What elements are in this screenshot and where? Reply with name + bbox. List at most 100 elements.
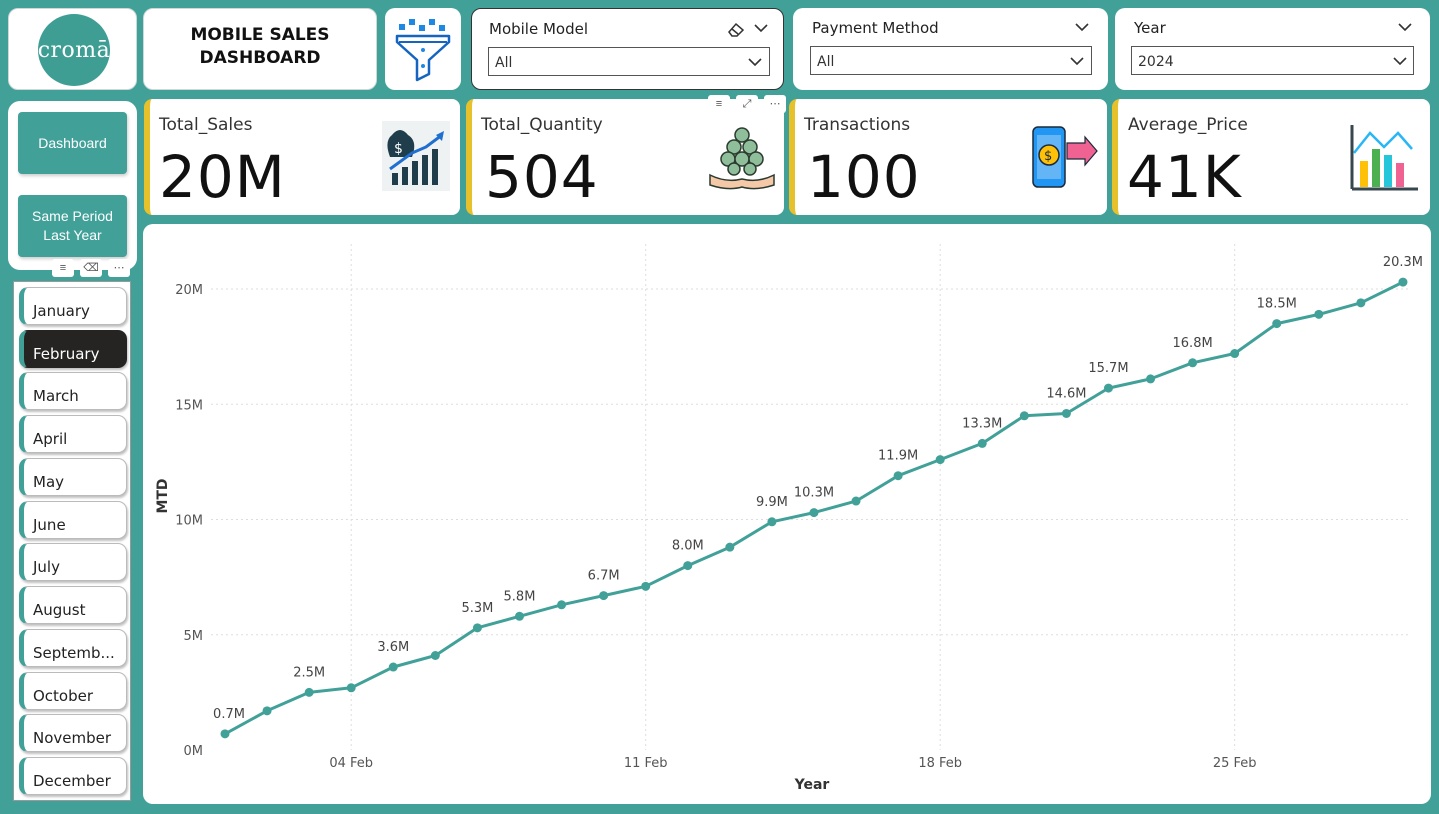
- data-point[interactable]: [1230, 349, 1240, 359]
- coins-hands-icon: [709, 127, 775, 190]
- data-point[interactable]: [767, 517, 777, 527]
- focus-mode-icon[interactable]: ⤢: [736, 95, 758, 113]
- data-point[interactable]: [1314, 309, 1324, 319]
- same-period-last-year-button[interactable]: Same Period Last Year: [18, 195, 127, 257]
- month-item-september[interactable]: Septemb...: [19, 629, 127, 667]
- month-label: November: [33, 729, 112, 747]
- data-point[interactable]: [1061, 408, 1071, 418]
- month-item-march[interactable]: March: [19, 372, 127, 410]
- data-point[interactable]: [893, 471, 903, 481]
- croma-logo: cromā: [38, 14, 110, 86]
- data-point[interactable]: [304, 687, 314, 697]
- data-point[interactable]: [346, 683, 356, 693]
- month-item-july[interactable]: July: [19, 543, 127, 581]
- x-axis-title: Year: [794, 777, 830, 793]
- kpi-value: 20M: [159, 143, 286, 211]
- filter-funnel-icon: [395, 19, 451, 82]
- data-point[interactable]: [851, 496, 861, 506]
- year-dropdown[interactable]: 2024: [1131, 46, 1414, 75]
- data-point[interactable]: [641, 581, 651, 591]
- month-label: February: [33, 345, 100, 363]
- y-tick-label: 20M: [175, 283, 203, 298]
- month-label: April: [33, 430, 68, 448]
- data-point[interactable]: [809, 508, 819, 518]
- eraser-icon[interactable]: [726, 21, 746, 37]
- payment-method-dropdown[interactable]: All: [810, 46, 1092, 75]
- more-options-icon[interactable]: ⋯: [764, 95, 786, 113]
- filter-icon[interactable]: ≡: [708, 95, 730, 113]
- data-point[interactable]: [1019, 411, 1029, 421]
- kpi-value: 100: [807, 143, 921, 211]
- data-point[interactable]: [1188, 358, 1198, 368]
- eraser-icon[interactable]: ⌫: [80, 259, 102, 277]
- month-label: June: [33, 516, 66, 534]
- month-item-june[interactable]: June: [19, 501, 127, 539]
- y-axis-title: MTD: [155, 478, 171, 513]
- navigation-panel: Dashboard Same Period Last Year: [8, 101, 137, 270]
- chevron-down-icon[interactable]: [753, 23, 769, 33]
- dashboard-button[interactable]: Dashboard: [18, 112, 127, 174]
- month-item-december[interactable]: December: [19, 757, 127, 795]
- title-line-1: MOBILE SALES: [190, 25, 330, 45]
- svg-text:$: $: [1044, 149, 1052, 164]
- year-label: Year: [1134, 19, 1166, 37]
- data-point[interactable]: [683, 561, 693, 571]
- y-tick-label: 15M: [175, 398, 203, 413]
- data-point[interactable]: [388, 662, 398, 672]
- month-label: August: [33, 601, 86, 619]
- filter-icon[interactable]: ≡: [52, 259, 74, 277]
- chevron-down-icon[interactable]: [1397, 22, 1413, 32]
- chevron-down-icon[interactable]: [1074, 22, 1090, 32]
- data-point[interactable]: [599, 591, 609, 601]
- data-point[interactable]: [514, 611, 524, 621]
- data-label: 5.8M: [504, 589, 536, 604]
- year-slicer[interactable]: Year 2024: [1115, 8, 1430, 90]
- data-point[interactable]: [725, 542, 735, 552]
- month-label: October: [33, 687, 94, 705]
- data-point[interactable]: [1398, 277, 1408, 287]
- spl-label-line-2: Last Year: [43, 227, 102, 243]
- data-point[interactable]: [977, 438, 987, 448]
- filter-panel-button[interactable]: [385, 8, 461, 90]
- month-item-may[interactable]: May: [19, 458, 127, 496]
- data-label: 11.9M: [878, 449, 918, 464]
- data-point[interactable]: [935, 455, 945, 465]
- mobile-model-label: Mobile Model: [489, 20, 589, 38]
- month-item-april[interactable]: April: [19, 415, 127, 453]
- data-point[interactable]: [262, 706, 272, 716]
- money-bag-growth-icon: $: [382, 121, 450, 191]
- mobile-model-value: All: [495, 55, 513, 71]
- data-point[interactable]: [1146, 374, 1156, 384]
- data-label: 10.3M: [794, 486, 834, 501]
- month-item-october[interactable]: October: [19, 672, 127, 710]
- mtd-line-chart: 0M 5M 10M 15M 20M 04 Feb 11 Feb 18 Feb 25 Feb 0.…: [143, 224, 1431, 804]
- data-label: 0.7M: [213, 707, 245, 722]
- kpi-transactions: Transactions 100 $: [789, 99, 1107, 215]
- month-item-january[interactable]: January: [19, 287, 127, 325]
- data-point[interactable]: [1103, 383, 1113, 393]
- month-label: January: [33, 302, 90, 320]
- month-item-november[interactable]: November: [19, 714, 127, 752]
- data-point[interactable]: [557, 600, 567, 610]
- data-label: 15.7M: [1088, 361, 1128, 376]
- payment-method-slicer[interactable]: Payment Method All: [793, 8, 1108, 90]
- svg-text:$: $: [394, 141, 403, 157]
- data-label: 8.0M: [672, 539, 704, 554]
- month-item-february[interactable]: February: [19, 330, 127, 368]
- data-point[interactable]: [220, 729, 230, 739]
- mobile-model-slicer[interactable]: Mobile Model All: [471, 8, 784, 90]
- chart-canvas: 0M 5M 10M 15M 20M 04 Feb 11 Feb 18 Feb 25 Feb 0.…: [155, 244, 1423, 793]
- data-label: 9.9M: [756, 495, 788, 510]
- month-label: December: [33, 772, 111, 790]
- month-item-august[interactable]: August: [19, 586, 127, 624]
- kpi-label: Total_Sales: [159, 115, 253, 135]
- data-label: 5.3M: [461, 601, 493, 616]
- more-options-icon[interactable]: ⋯: [108, 259, 130, 277]
- data-label: 14.6M: [1046, 386, 1086, 401]
- data-point[interactable]: [1272, 319, 1282, 329]
- mobile-model-dropdown[interactable]: All: [488, 47, 770, 76]
- data-label: 18.5M: [1257, 297, 1297, 312]
- data-point[interactable]: [430, 650, 440, 660]
- data-point[interactable]: [1356, 298, 1366, 308]
- data-point[interactable]: [472, 623, 482, 633]
